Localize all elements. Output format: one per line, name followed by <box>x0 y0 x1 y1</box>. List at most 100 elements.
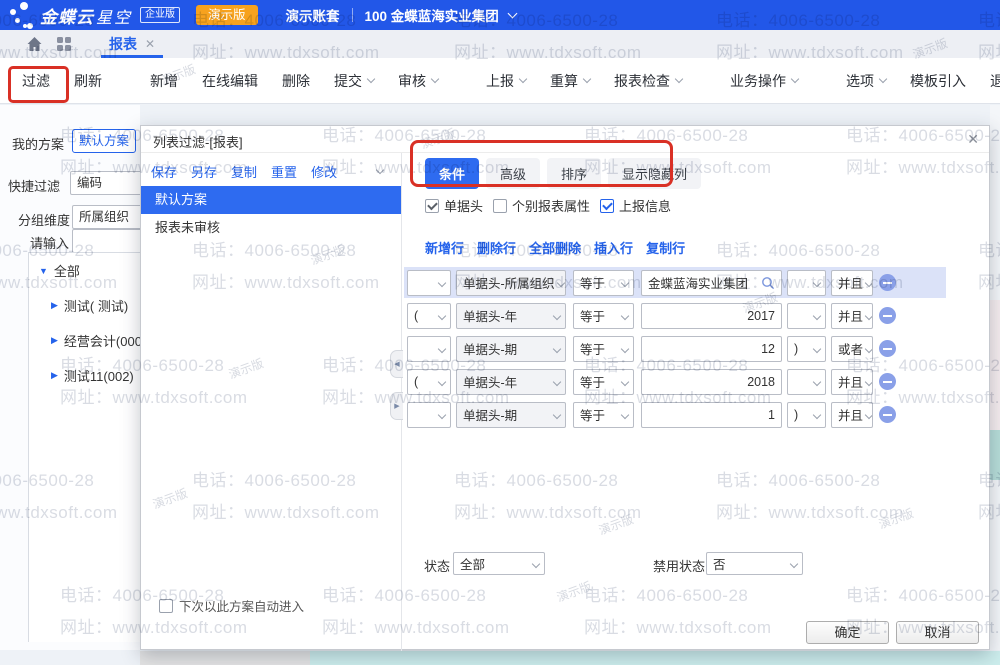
search-icon[interactable] <box>761 276 775 290</box>
close-paren-select[interactable]: ) <box>787 336 826 362</box>
value-input[interactable]: 2018 <box>641 369 782 395</box>
toolbar-button-report-up[interactable]: 上报 <box>486 71 526 91</box>
tree-node-root[interactable]: ▼全部 <box>39 261 140 280</box>
open-paren-select[interactable] <box>407 270 451 296</box>
close-paren-select[interactable] <box>787 270 826 296</box>
close-icon[interactable]: ✕ <box>967 131 979 148</box>
toolbar-button-exit[interactable]: 退出 <box>990 71 1000 91</box>
toolbar-button-report-check[interactable]: 报表检查 <box>614 71 682 91</box>
group-dimension-select[interactable]: 所属组织 <box>72 205 145 229</box>
action-save[interactable]: 保存 <box>151 162 177 181</box>
open-paren-select[interactable]: ( <box>407 369 451 395</box>
field-select[interactable]: 单据头-所属组织 <box>456 270 566 296</box>
checkbox-bill-head[interactable]: 单据头 <box>425 196 483 215</box>
operator-select[interactable]: 等于 <box>573 336 634 362</box>
triangle-right-icon[interactable]: ▶ <box>51 300 58 311</box>
operator-select[interactable]: 等于 <box>573 402 634 428</box>
close-paren-select[interactable]: ) <box>787 402 826 428</box>
toolbar-button-audit[interactable]: 审核 <box>398 71 438 91</box>
filter-row[interactable]: ( 单据头-年 等于 2017 并且 <box>404 300 946 331</box>
insert-row-link[interactable]: 插入行 <box>594 238 633 257</box>
filter-row[interactable]: 单据头-期 等于 1 ) 并且 <box>404 399 946 430</box>
filter-row[interactable]: 单据头-期 等于 12 ) 或者 <box>404 333 946 364</box>
account-set-label[interactable]: 演示账套 <box>286 5 340 25</box>
toolbar-button-filter[interactable]: 过滤 <box>22 71 50 91</box>
copy-row-link[interactable]: 复制行 <box>646 238 685 257</box>
tab-condition[interactable]: 条件 <box>425 158 479 189</box>
scheme-item-default[interactable]: 默认方案 <box>141 186 401 214</box>
quick-filter-input[interactable]: 编码 <box>70 171 145 195</box>
triangle-down-icon[interactable]: ▼ <box>39 266 48 276</box>
remove-row-icon[interactable] <box>879 340 896 357</box>
logic-select[interactable]: 或者 <box>831 336 873 362</box>
toolbar-button-new[interactable]: 新增 <box>150 71 178 91</box>
home-icon[interactable] <box>26 36 43 52</box>
apps-grid-icon[interactable] <box>57 37 71 51</box>
action-copy[interactable]: 复制 <box>231 162 257 181</box>
value-input[interactable]: 1 <box>641 402 782 428</box>
action-reset[interactable]: 重置 <box>271 162 297 181</box>
filter-row[interactable]: 单据头-所属组织 等于 金蝶蓝海实业集团 并且 <box>404 267 946 298</box>
tab-advanced[interactable]: 高级 <box>486 158 540 189</box>
cancel-button[interactable]: 取消 <box>896 621 979 644</box>
scheme-item-unaudited[interactable]: 报表未审核 <box>141 214 401 242</box>
toolbar-button-online-edit[interactable]: 在线编辑 <box>202 71 258 91</box>
checkbox-report-info[interactable]: 上报信息 <box>600 196 671 215</box>
toolbar-button-submit[interactable]: 提交 <box>334 71 374 91</box>
action-save-as[interactable]: 另存 <box>191 162 217 181</box>
close-tab-icon[interactable]: ✕ <box>145 37 155 51</box>
field-select[interactable]: 单据头-年 <box>456 369 566 395</box>
toolbar-button-options[interactable]: 选项 <box>846 71 886 91</box>
triangle-right-icon[interactable]: ▶ <box>51 335 58 346</box>
remove-row-icon[interactable] <box>879 406 896 423</box>
ok-button[interactable]: 确定 <box>806 621 889 644</box>
tree-search-input[interactable] <box>72 229 145 253</box>
tree-node[interactable]: ▶测试( 测试) <box>51 296 140 315</box>
value-input[interactable]: 12 <box>641 336 782 362</box>
action-modify[interactable]: 修改 <box>311 162 337 181</box>
triangle-right-icon[interactable]: ▶ <box>51 370 58 381</box>
delete-all-link[interactable]: 全部删除 <box>529 238 581 257</box>
toolbar-button-delete[interactable]: 删除 <box>282 71 310 91</box>
bill-head-checkbox[interactable] <box>425 199 439 213</box>
report-info-checkbox[interactable] <box>600 199 614 213</box>
logic-select[interactable]: 并且 <box>831 303 873 329</box>
open-paren-select[interactable] <box>407 402 451 428</box>
operator-select[interactable]: 等于 <box>573 369 634 395</box>
logic-select[interactable]: 并且 <box>831 402 873 428</box>
chevron-down-icon[interactable] <box>376 166 384 174</box>
logic-select[interactable]: 并且 <box>831 369 873 395</box>
value-input[interactable]: 2017 <box>641 303 782 329</box>
toolbar-button-refresh[interactable]: 刷新 <box>74 71 102 91</box>
operator-select[interactable]: 等于 <box>573 270 634 296</box>
auto-enter-option[interactable]: 下次以此方案自动进入 <box>159 596 304 615</box>
value-lookup-input[interactable]: 金蝶蓝海实业集团 <box>641 270 782 296</box>
checkbox-individual-report[interactable]: 个别报表属性 <box>493 196 590 215</box>
chevron-down-icon[interactable] <box>507 9 517 19</box>
disable-status-select[interactable]: 否 <box>706 552 803 575</box>
tab-show-hide-columns[interactable]: 显示隐藏列 <box>608 158 701 189</box>
remove-row-icon[interactable] <box>879 373 896 390</box>
tab-report[interactable]: 报表 ✕ <box>101 30 163 58</box>
demo-version-button[interactable]: 演示版 <box>196 5 258 25</box>
organization-selector[interactable]: 100 金蝶蓝海实业集团 <box>365 5 499 25</box>
remove-row-icon[interactable] <box>879 307 896 324</box>
field-select[interactable]: 单据头-年 <box>456 303 566 329</box>
delete-row-link[interactable]: 删除行 <box>477 238 516 257</box>
close-paren-select[interactable] <box>787 369 826 395</box>
open-paren-select[interactable]: ( <box>407 303 451 329</box>
logic-select[interactable]: 并且 <box>831 270 873 296</box>
operator-select[interactable]: 等于 <box>573 303 634 329</box>
tab-sort[interactable]: 排序 <box>547 158 601 189</box>
field-select[interactable]: 单据头-期 <box>456 402 566 428</box>
toolbar-button-recalculate[interactable]: 重算 <box>550 71 590 91</box>
toolbar-button-template-import[interactable]: 模板引入 <box>910 71 966 91</box>
auto-enter-checkbox[interactable] <box>159 599 173 613</box>
tree-node[interactable]: ▶经营会计(0001) <box>51 331 140 350</box>
collapse-right-icon[interactable]: ▶ <box>390 392 403 420</box>
default-scheme-button[interactable]: 默认方案 <box>72 129 136 153</box>
toolbar-button-business-ops[interactable]: 业务操作 <box>730 71 798 91</box>
open-paren-select[interactable] <box>407 336 451 362</box>
status-select[interactable]: 全部 <box>453 552 545 575</box>
collapse-left-icon[interactable]: ◀ <box>390 350 403 378</box>
